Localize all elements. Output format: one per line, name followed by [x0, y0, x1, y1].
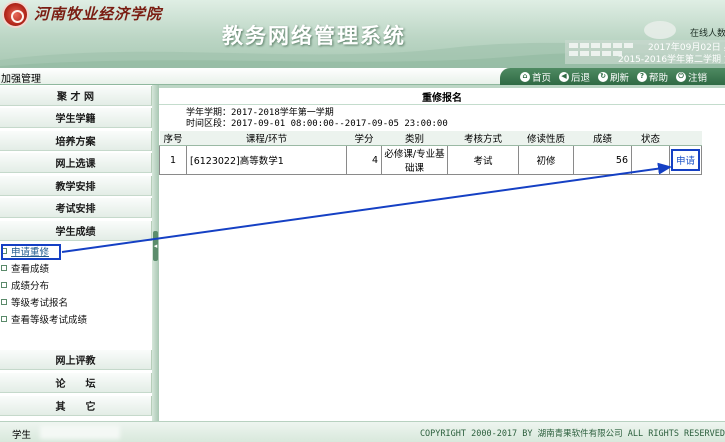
- menu-talent-network[interactable]: 聚 才 网: [0, 86, 152, 106]
- bullet-icon: [1, 282, 7, 288]
- submenu-level-exam-results[interactable]: 查看等级考试成绩: [0, 311, 152, 327]
- help-icon: ?: [637, 71, 647, 82]
- header-banner: 河南牧业经济学院 教务网络管理系统 在线人数 2017年09月02日 星 201…: [0, 0, 725, 68]
- cell-no: 1: [159, 145, 187, 175]
- help-button[interactable]: ? 帮助: [637, 70, 668, 84]
- online-count-label: 在线人数: [690, 29, 725, 39]
- time-range-line: 时间区段：2017-09-01 08:00:00--2017-09-05 23:…: [186, 119, 448, 129]
- menu-training-plan[interactable]: 培养方案: [0, 131, 152, 151]
- col-header: 状态: [631, 131, 670, 146]
- refresh-icon: ↻: [598, 71, 608, 82]
- school-logo-icon: [2, 1, 29, 28]
- term-info: 学年学期：2017-2018学年第一学期 时间区段：2017-09-01 08:…: [186, 108, 448, 130]
- cell-exam-method: 考试: [447, 145, 519, 175]
- bullet-icon: [1, 265, 7, 271]
- redacted-area: [40, 425, 120, 439]
- toolbar-actions: ⌂ 首页 ◀ 后退 ↻ 刷新 ? 帮助 ⏻ 注销: [500, 68, 725, 85]
- col-header: 修读性质: [518, 131, 574, 146]
- apply-retake-link[interactable]: 申请: [670, 149, 700, 171]
- menu-student-status[interactable]: 学生学籍: [0, 108, 152, 128]
- menu-other[interactable]: 其 它: [0, 396, 152, 416]
- cell-category: 必修课/专业基础课: [381, 145, 448, 175]
- home-button[interactable]: ⌂ 首页: [520, 70, 551, 84]
- retake-table: 序号 课程/环节 学分 类别 考核方式 修读性质 成绩 状态 1 [612302…: [159, 131, 702, 175]
- refresh-button[interactable]: ↻ 刷新: [598, 70, 629, 84]
- menu-online-evaluation[interactable]: 网上评教: [0, 350, 152, 370]
- school-name: 河南牧业经济学院: [34, 5, 163, 23]
- menu-teaching-arrangement[interactable]: 教学安排: [0, 176, 152, 196]
- table-header-row: 序号 课程/环节 学分 类别 考核方式 修读性质 成绩 状态: [159, 131, 702, 146]
- sidebar-splitter[interactable]: ◂: [152, 85, 159, 421]
- cell-course: [6123022]高等数学1: [186, 145, 347, 175]
- content-header: 重修报名: [159, 85, 725, 105]
- table-row: 1 [6123022]高等数学1 4 必修课/专业基础课 考试 初修 56 申请: [159, 145, 702, 175]
- col-header: 考核方式: [447, 131, 519, 146]
- col-header: 课程/环节: [186, 131, 347, 146]
- back-button[interactable]: ◀ 后退: [559, 70, 590, 84]
- submenu-level-exam-signup[interactable]: 等级考试报名: [0, 294, 152, 310]
- menu-online-course-selection[interactable]: 网上选课: [0, 153, 152, 173]
- current-term: 2015-2016学年第二学期 第: [618, 55, 725, 65]
- copyright: COPYRIGHT 2000-2017 BY 湖南青果软件有限公司 ALL RI…: [419, 429, 725, 439]
- home-icon: ⌂: [520, 71, 530, 82]
- collapse-sidebar-icon[interactable]: ◂: [153, 231, 158, 261]
- bullet-icon: [1, 316, 7, 322]
- logout-icon: ⏻: [676, 71, 686, 82]
- main-content: 重修报名 学年学期：2017-2018学年第一学期 时间区段：2017-09-0…: [159, 85, 725, 421]
- bullet-icon: [1, 248, 7, 254]
- col-header: 类别: [381, 131, 448, 146]
- col-header: 成绩: [573, 131, 632, 146]
- term-line: 学年学期：2017-2018学年第一学期: [186, 108, 334, 118]
- toolbar: 加强管理 ⌂ 首页 ◀ 后退 ↻ 刷新 ? 帮助 ⏻ 注销: [0, 68, 725, 85]
- bullet-icon: [1, 299, 7, 305]
- col-header: [669, 131, 702, 146]
- menu-student-grades[interactable]: 学生成绩: [0, 221, 152, 241]
- cell-score: 56: [573, 145, 632, 175]
- system-title: 教务网络管理系统: [222, 24, 406, 48]
- menu-exam-arrangement[interactable]: 考试安排: [0, 198, 152, 218]
- submenu-apply-retake[interactable]: 申请重修: [0, 243, 152, 259]
- location-label: 加强管理: [1, 74, 41, 85]
- logout-button[interactable]: ⏻ 注销: [676, 70, 707, 84]
- col-header: 序号: [159, 131, 187, 146]
- cell-action: 申请: [669, 145, 702, 175]
- footer-user: 学生: [12, 430, 32, 441]
- cell-study-nature: 初修: [518, 145, 574, 175]
- page-title: 重修报名: [422, 92, 462, 104]
- menu-forum[interactable]: 论 坛: [0, 373, 152, 393]
- submenu-grade-distribution[interactable]: 成绩分布: [0, 277, 152, 293]
- cell-credit: 4: [346, 145, 382, 175]
- back-icon: ◀: [559, 71, 569, 82]
- footer: 学生 COPYRIGHT 2000-2017 BY 湖南青果软件有限公司 ALL…: [0, 421, 725, 442]
- col-header: 学分: [346, 131, 382, 146]
- sidebar: 聚 才 网 学生学籍 培养方案 网上选课 教学安排 考试安排 学生成绩 申请重修…: [0, 85, 152, 421]
- cell-status: [631, 145, 670, 175]
- submenu-view-grades[interactable]: 查看成绩: [0, 260, 152, 276]
